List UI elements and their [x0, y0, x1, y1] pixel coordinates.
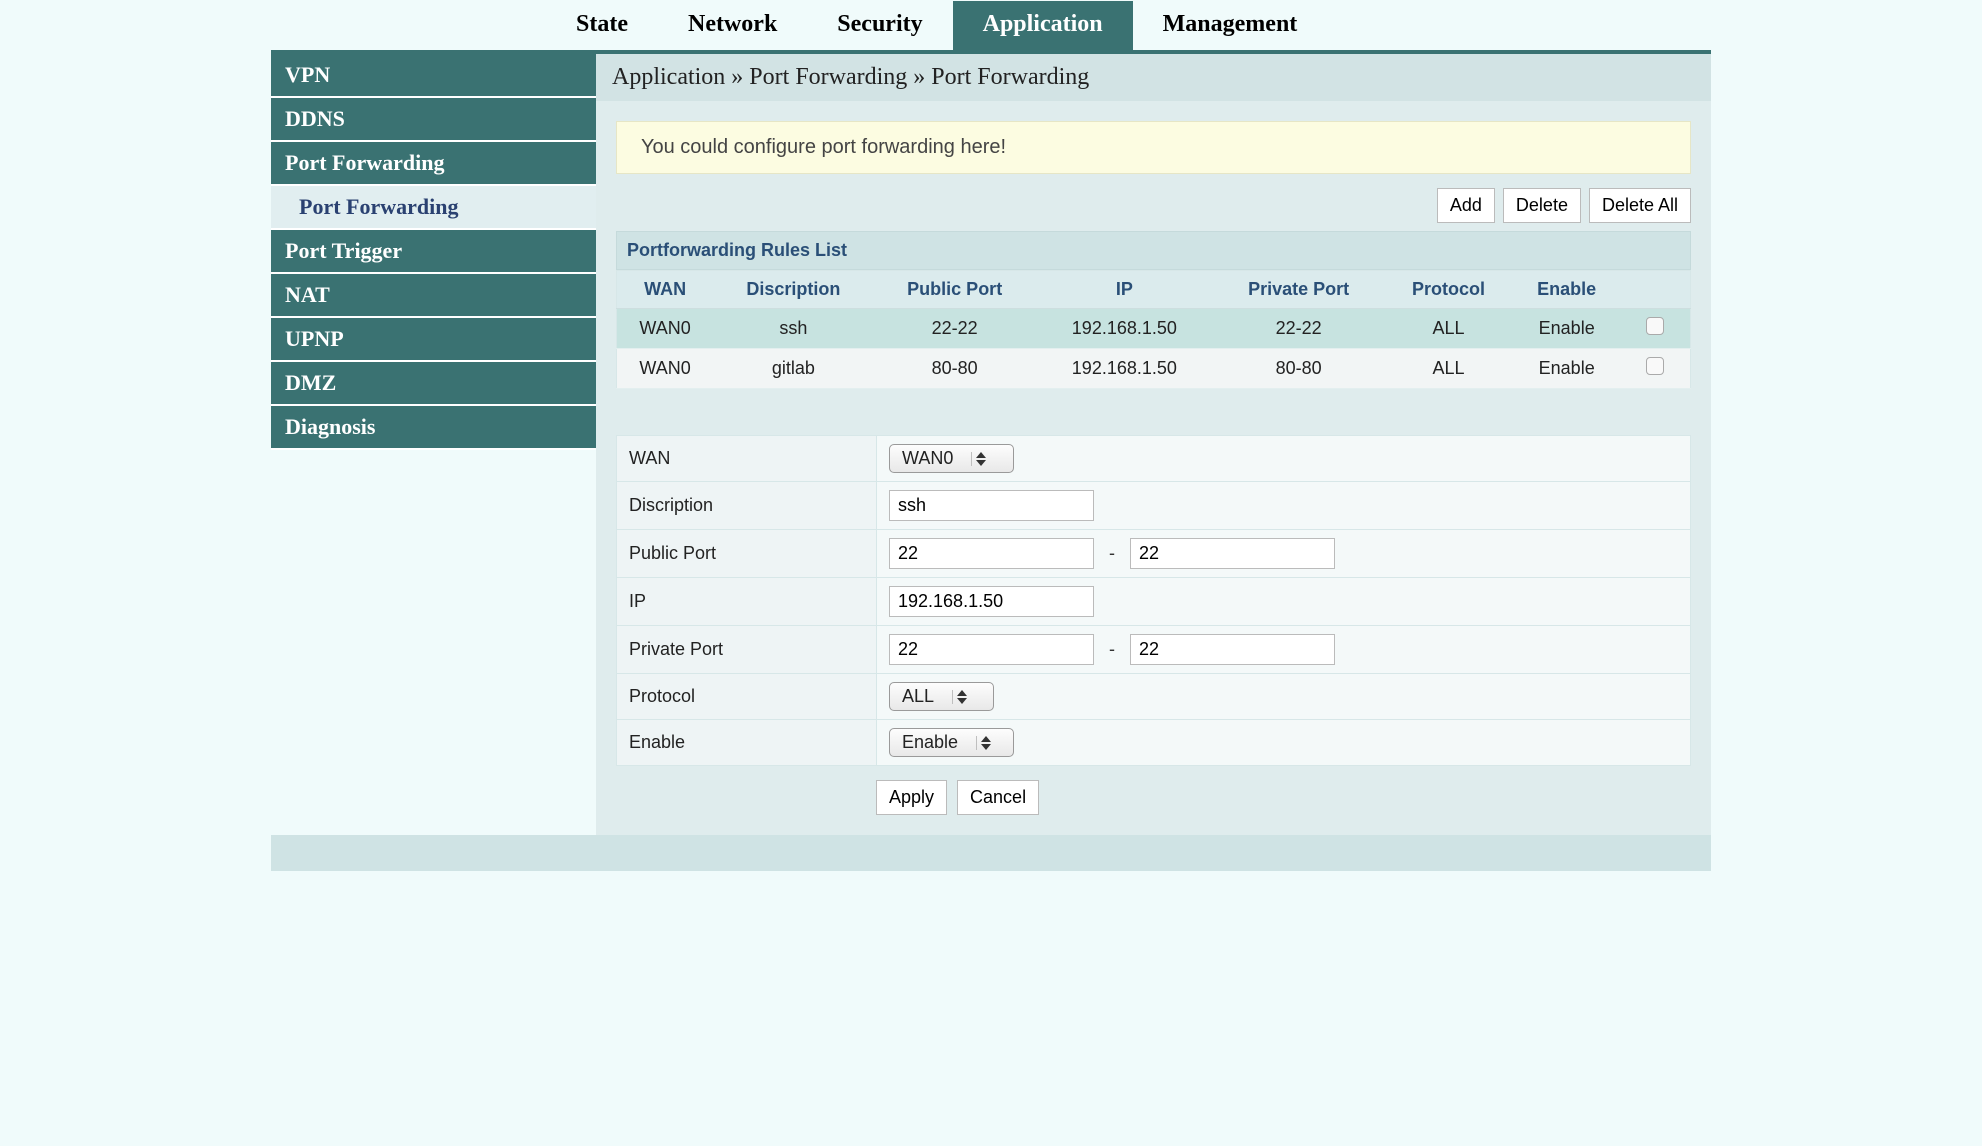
cell-select	[1621, 309, 1691, 349]
col-private: Private Port	[1213, 271, 1384, 309]
layout: VPN DDNS Port Forwarding Port Forwarding…	[271, 54, 1711, 835]
breadcrumb: Application » Port Forwarding » Port For…	[596, 54, 1711, 101]
field-private: -	[877, 626, 1691, 674]
rules-table: WAN Discription Public Port IP Private P…	[616, 270, 1691, 389]
tab-management[interactable]: Management	[1133, 1, 1328, 50]
label-private: Private Port	[617, 626, 877, 674]
tab-security[interactable]: Security	[807, 1, 952, 50]
sidebar-item-dmz[interactable]: DMZ	[271, 362, 596, 406]
cell-select	[1621, 349, 1691, 389]
delete-button[interactable]: Delete	[1503, 188, 1581, 223]
protocol-select-value: ALL	[902, 686, 952, 707]
edit-form: WAN WAN0 Discription	[616, 435, 1691, 766]
cell-wan: WAN0	[617, 349, 714, 389]
chevron-updown-icon	[971, 452, 990, 466]
chevron-updown-icon	[976, 736, 995, 750]
content: You could configure port forwarding here…	[596, 101, 1711, 835]
cell-private: 80-80	[1213, 349, 1384, 389]
col-select	[1621, 271, 1691, 309]
range-separator: -	[1109, 543, 1115, 563]
cell-private: 22-22	[1213, 309, 1384, 349]
protocol-select[interactable]: ALL	[889, 682, 994, 711]
tab-state[interactable]: State	[546, 1, 658, 50]
cell-ip: 192.168.1.50	[1036, 309, 1213, 349]
main: Application » Port Forwarding » Port For…	[596, 54, 1711, 835]
cell-protocol: ALL	[1384, 309, 1513, 349]
sidebar: VPN DDNS Port Forwarding Port Forwarding…	[271, 54, 596, 835]
wan-select-value: WAN0	[902, 448, 971, 469]
private-port-end-input[interactable]	[1130, 634, 1335, 665]
action-button-row: Add Delete Delete All	[616, 188, 1691, 223]
enable-select-value: Enable	[902, 732, 976, 753]
label-ip: IP	[617, 578, 877, 626]
cell-enable: Enable	[1513, 349, 1621, 389]
col-enable: Enable	[1513, 271, 1621, 309]
top-tabs: State Network Security Application Manag…	[271, 0, 1711, 50]
col-protocol: Protocol	[1384, 271, 1513, 309]
sidebar-item-upnp[interactable]: UPNP	[271, 318, 596, 362]
sidebar-item-diagnosis[interactable]: Diagnosis	[271, 406, 596, 450]
col-public: Public Port	[874, 271, 1036, 309]
sidebar-item-port-forwarding[interactable]: Port Forwarding	[271, 142, 596, 186]
add-button[interactable]: Add	[1437, 188, 1495, 223]
enable-select[interactable]: Enable	[889, 728, 1014, 757]
col-ip: IP	[1036, 271, 1213, 309]
tab-application[interactable]: Application	[953, 1, 1133, 50]
cell-desc: gitlab	[713, 349, 874, 389]
cell-protocol: ALL	[1384, 349, 1513, 389]
sidebar-item-vpn[interactable]: VPN	[271, 54, 596, 98]
cell-enable: Enable	[1513, 309, 1621, 349]
form-action-row: Apply Cancel	[616, 780, 1691, 815]
footer-bar	[271, 835, 1711, 871]
label-enable: Enable	[617, 720, 877, 766]
chevron-updown-icon	[952, 690, 971, 704]
tab-network[interactable]: Network	[658, 1, 807, 50]
table-row[interactable]: WAN0 gitlab 80-80 192.168.1.50 80-80 ALL…	[617, 349, 1691, 389]
field-desc	[877, 482, 1691, 530]
rules-header-row: WAN Discription Public Port IP Private P…	[617, 271, 1691, 309]
cell-public: 22-22	[874, 309, 1036, 349]
field-enable: Enable	[877, 720, 1691, 766]
col-desc: Discription	[713, 271, 874, 309]
label-protocol: Protocol	[617, 674, 877, 720]
sidebar-item-nat[interactable]: NAT	[271, 274, 596, 318]
range-separator: -	[1109, 639, 1115, 659]
public-port-start-input[interactable]	[889, 538, 1094, 569]
label-desc: Discription	[617, 482, 877, 530]
wan-select[interactable]: WAN0	[889, 444, 1014, 473]
notice-banner: You could configure port forwarding here…	[616, 121, 1691, 174]
cell-desc: ssh	[713, 309, 874, 349]
description-input[interactable]	[889, 490, 1094, 521]
row-select-checkbox[interactable]	[1646, 357, 1664, 375]
rules-list-title: Portforwarding Rules List	[616, 231, 1691, 270]
field-public: -	[877, 530, 1691, 578]
col-wan: WAN	[617, 271, 714, 309]
row-select-checkbox[interactable]	[1646, 317, 1664, 335]
cancel-button[interactable]: Cancel	[957, 780, 1039, 815]
field-wan: WAN0	[877, 436, 1691, 482]
cell-wan: WAN0	[617, 309, 714, 349]
label-public: Public Port	[617, 530, 877, 578]
sidebar-subitem-port-forwarding[interactable]: Port Forwarding	[271, 186, 596, 230]
delete-all-button[interactable]: Delete All	[1589, 188, 1691, 223]
cell-ip: 192.168.1.50	[1036, 349, 1213, 389]
sidebar-item-port-trigger[interactable]: Port Trigger	[271, 230, 596, 274]
label-wan: WAN	[617, 436, 877, 482]
private-port-start-input[interactable]	[889, 634, 1094, 665]
field-protocol: ALL	[877, 674, 1691, 720]
ip-input[interactable]	[889, 586, 1094, 617]
app-root: State Network Security Application Manag…	[271, 0, 1711, 871]
table-row[interactable]: WAN0 ssh 22-22 192.168.1.50 22-22 ALL En…	[617, 309, 1691, 349]
public-port-end-input[interactable]	[1130, 538, 1335, 569]
field-ip	[877, 578, 1691, 626]
cell-public: 80-80	[874, 349, 1036, 389]
apply-button[interactable]: Apply	[876, 780, 947, 815]
sidebar-item-ddns[interactable]: DDNS	[271, 98, 596, 142]
